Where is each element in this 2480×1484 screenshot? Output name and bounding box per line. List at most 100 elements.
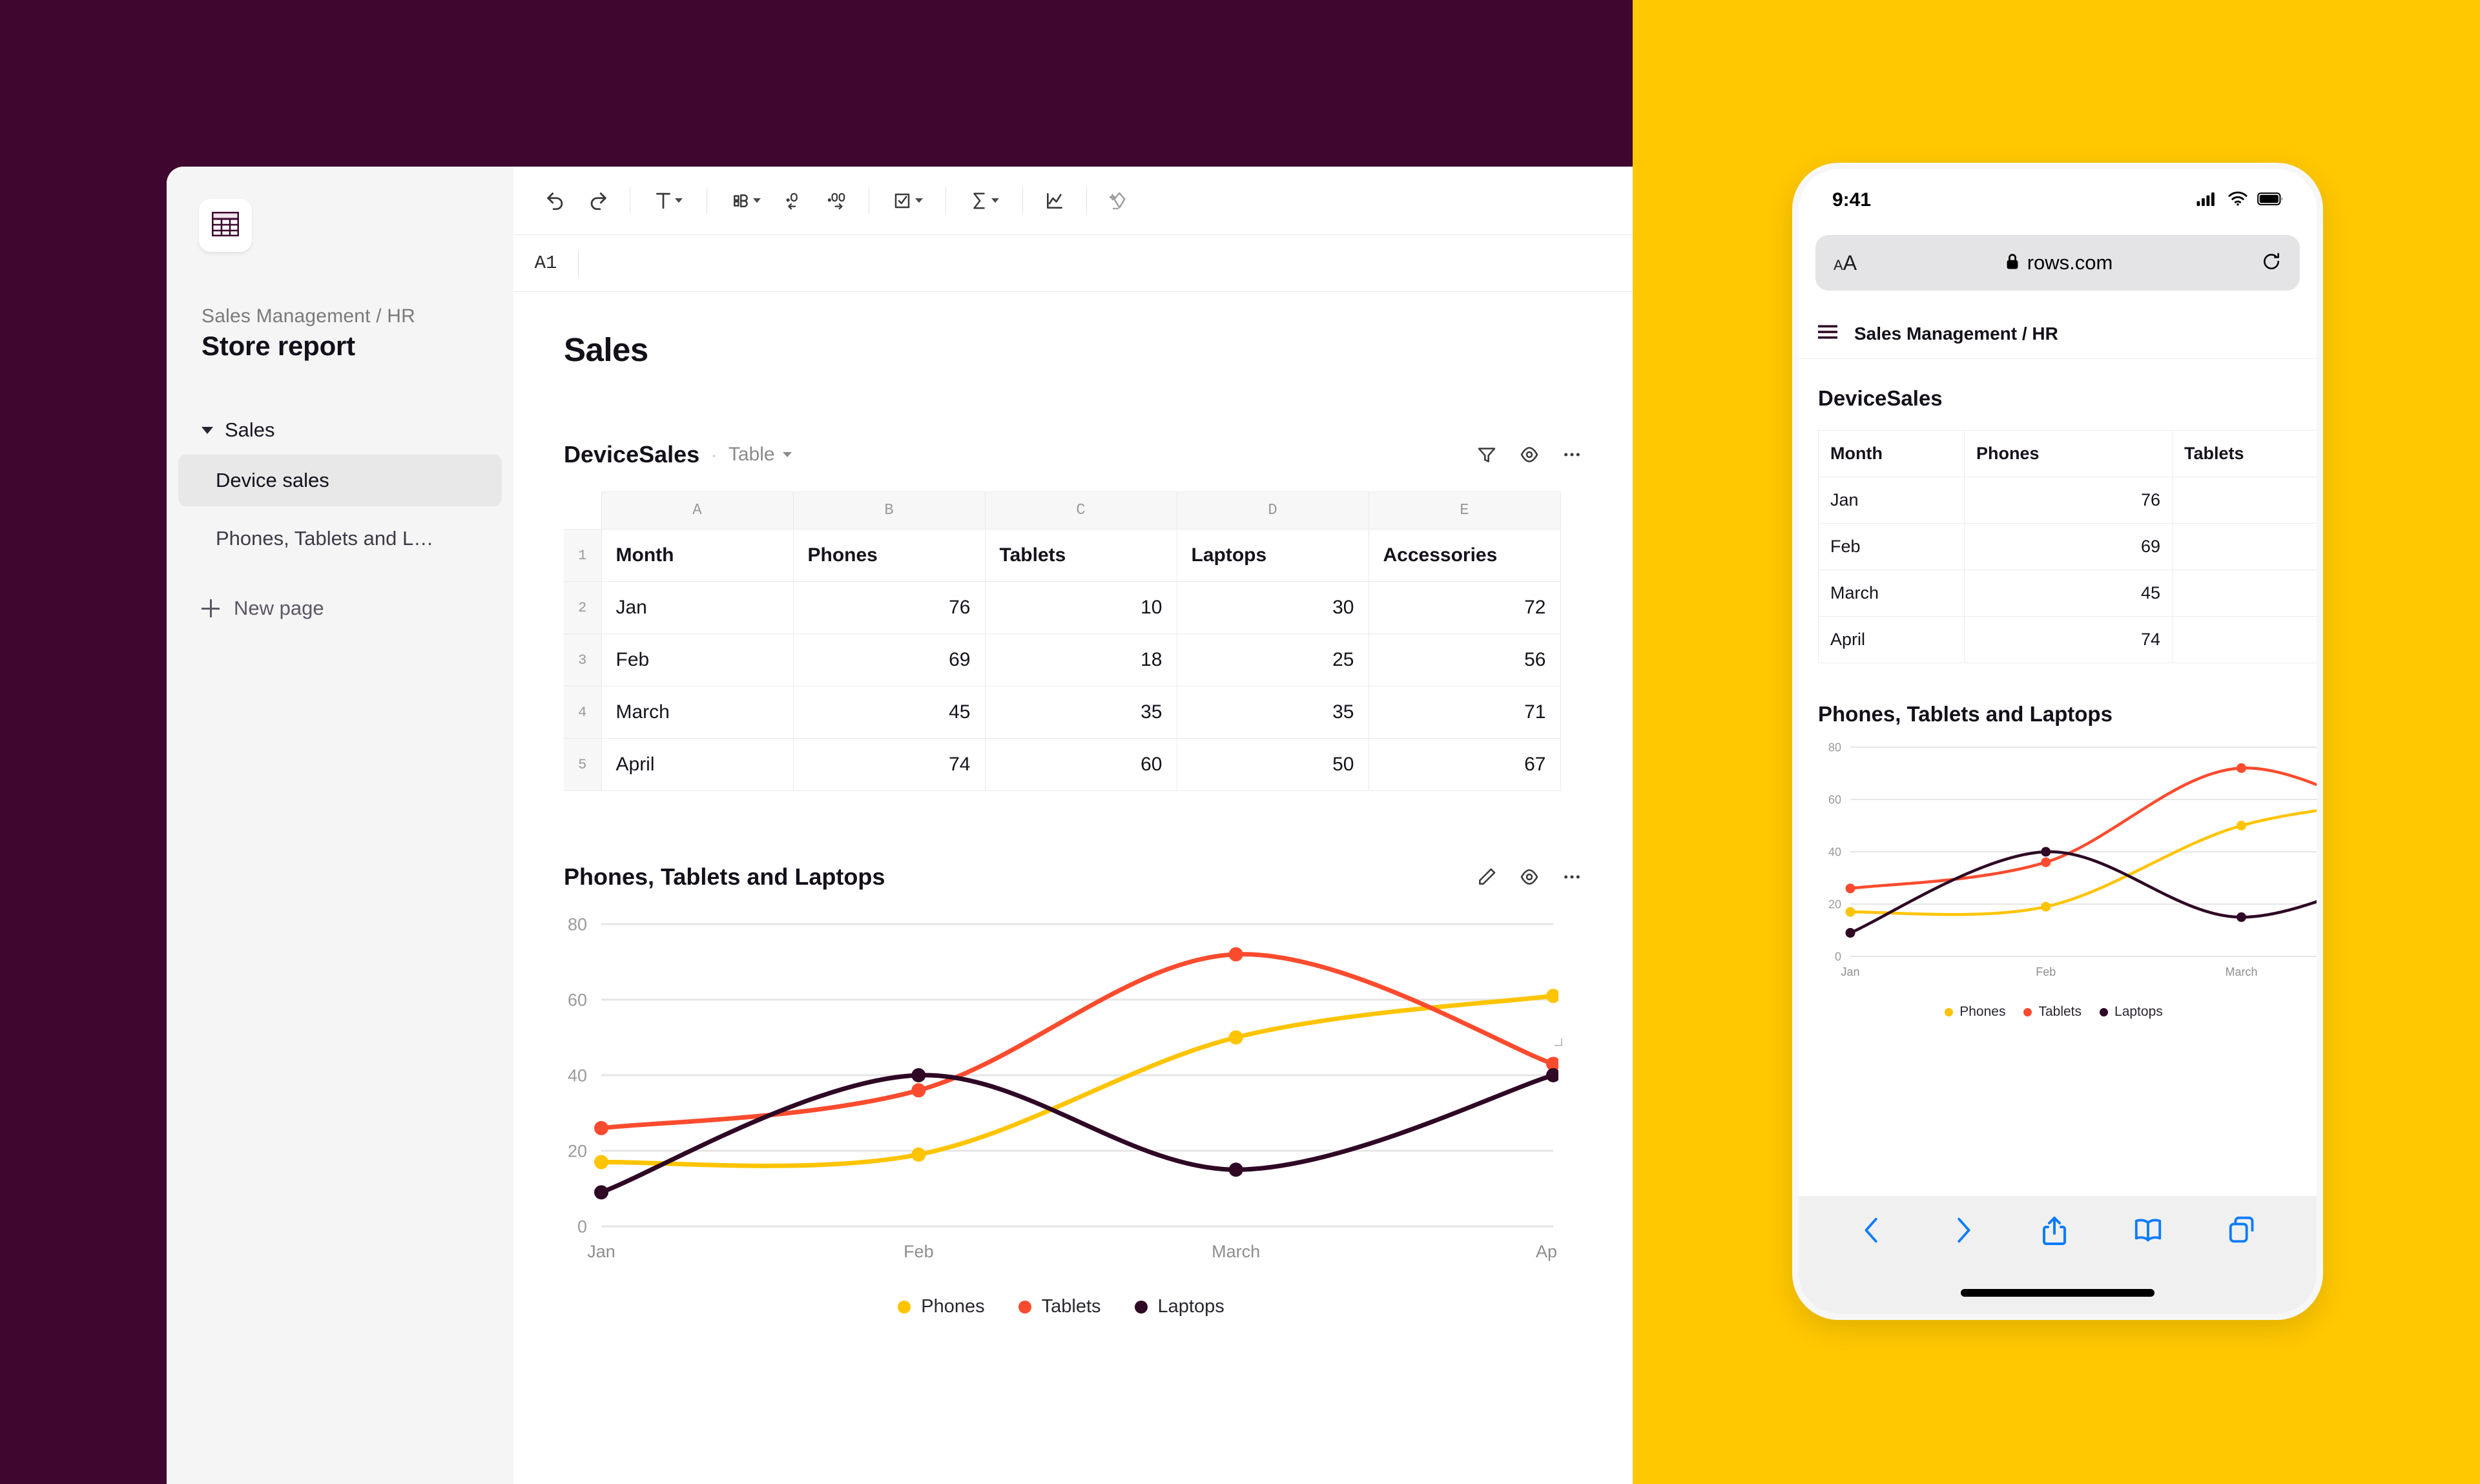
- cell-b1[interactable]: Phones: [792, 529, 986, 582]
- more-icon[interactable]: [1562, 444, 1582, 465]
- table-block-title[interactable]: DeviceSales: [564, 441, 699, 468]
- bookmarks-icon[interactable]: [2133, 1215, 2163, 1245]
- text-size-button[interactable]: AA: [1834, 251, 1857, 275]
- svg-text:Jan: Jan: [587, 1242, 615, 1261]
- table-row: 1 Month Phones Tablets Laptops Accessori…: [564, 529, 1561, 582]
- hamburger-menu-icon[interactable]: [1818, 324, 1837, 343]
- legend-color-dot: [898, 1300, 911, 1314]
- cell-reference[interactable]: A1: [513, 252, 578, 274]
- cellular-signal-icon: [2196, 189, 2218, 211]
- tree-group-sales[interactable]: Sales: [167, 412, 513, 448]
- cell-d4[interactable]: 35: [1176, 686, 1369, 739]
- row-number[interactable]: 1: [564, 529, 602, 582]
- cell-d5[interactable]: 50: [1176, 738, 1369, 791]
- row-number[interactable]: 4: [564, 686, 602, 739]
- phone-cell-tablets: 35: [2172, 570, 2317, 617]
- url-display[interactable]: rows.com: [1857, 251, 2261, 274]
- legend-item-tablets[interactable]: Tablets: [1018, 1296, 1101, 1317]
- cell-b3[interactable]: 69: [792, 634, 986, 686]
- data-validation-icon[interactable]: [881, 181, 934, 221]
- cell-d2[interactable]: 30: [1176, 581, 1369, 634]
- cell-e3[interactable]: 56: [1368, 634, 1561, 686]
- table-block-header: DeviceSales · Table: [564, 441, 1582, 468]
- cell-e2[interactable]: 72: [1368, 581, 1561, 634]
- cell-e5[interactable]: 67: [1368, 738, 1561, 791]
- svg-text:20: 20: [568, 1141, 587, 1160]
- svg-text:Jan: Jan: [1841, 965, 1859, 978]
- cell-d1[interactable]: Laptops: [1176, 529, 1369, 582]
- increase-decimal-icon[interactable]: [817, 181, 857, 221]
- phone-chart-title: Phones, Tablets and Laptops: [1818, 702, 2113, 726]
- cell-a4[interactable]: March: [601, 686, 794, 739]
- text-format-icon[interactable]: [642, 181, 695, 221]
- edit-pencil-icon[interactable]: [1476, 867, 1497, 887]
- redo-icon[interactable]: [578, 181, 618, 221]
- text-size-small-a: A: [1834, 256, 1843, 273]
- filter-icon[interactable]: [1476, 444, 1497, 465]
- new-page-button[interactable]: New page: [167, 589, 513, 628]
- column-header-d[interactable]: D: [1176, 491, 1369, 530]
- legend-item-laptops[interactable]: Laptops: [1134, 1296, 1224, 1317]
- column-header-a[interactable]: A: [601, 491, 794, 530]
- chevron-down-icon: [752, 198, 761, 203]
- cell-b2[interactable]: 76: [792, 581, 986, 634]
- line-chart[interactable]: 0 20 40 60 80 Jan Feb March April: [564, 907, 1571, 1282]
- chart-block-title[interactable]: Phones, Tablets and Laptops: [564, 863, 885, 891]
- phone-cell-month: Feb: [1818, 523, 1965, 570]
- row-number[interactable]: 2: [564, 581, 602, 634]
- cell-e1[interactable]: Accessories: [1368, 529, 1561, 582]
- table-block-type[interactable]: Table: [728, 444, 775, 466]
- more-icon[interactable]: [1562, 867, 1582, 887]
- svg-text:March: March: [1212, 1242, 1260, 1261]
- reload-icon[interactable]: [2261, 251, 2282, 275]
- chevron-down-icon[interactable]: [202, 426, 213, 434]
- sum-function-icon[interactable]: [958, 181, 1011, 221]
- svg-text:80: 80: [1828, 741, 1841, 754]
- column-header-c[interactable]: C: [984, 491, 1177, 530]
- table-row: 4 March 45 35 35 71: [564, 686, 1561, 739]
- cell-a5[interactable]: April: [601, 738, 794, 791]
- url-text: rows.com: [2027, 251, 2113, 274]
- ai-magic-icon[interactable]: [1099, 181, 1139, 221]
- cell-c5[interactable]: 60: [984, 738, 1177, 791]
- chevron-down-icon[interactable]: [782, 452, 792, 457]
- cell-c1[interactable]: Tablets: [984, 529, 1177, 582]
- cell-c4[interactable]: 35: [984, 686, 1177, 739]
- sidebar-item-device-sales[interactable]: Device sales: [178, 455, 502, 506]
- cell-a2[interactable]: Jan: [601, 581, 794, 634]
- cell-b4[interactable]: 45: [792, 686, 986, 739]
- row-number[interactable]: 3: [564, 634, 602, 686]
- formula-bar: A1: [513, 235, 1633, 292]
- eye-icon[interactable]: [1519, 444, 1540, 465]
- share-icon[interactable]: [2040, 1215, 2069, 1246]
- back-icon[interactable]: [1859, 1215, 1885, 1245]
- forward-icon[interactable]: [1950, 1215, 1976, 1245]
- row-number[interactable]: 5: [564, 738, 602, 791]
- safari-url-bar[interactable]: AA rows.com: [1815, 235, 2300, 291]
- cell-e4[interactable]: 71: [1368, 686, 1561, 739]
- column-header-e[interactable]: E: [1368, 491, 1561, 530]
- eye-icon[interactable]: [1519, 867, 1540, 887]
- decrease-decimal-icon[interactable]: [774, 181, 814, 221]
- insert-chart-icon[interactable]: [1035, 181, 1075, 221]
- legend-label: Tablets: [1041, 1296, 1101, 1317]
- editor-toolbar: [513, 167, 1633, 235]
- table-row: April 74 60: [1818, 616, 2317, 663]
- number-format-icon[interactable]: [719, 181, 772, 221]
- legend-item-phones[interactable]: Phones: [898, 1296, 985, 1317]
- cell-a3[interactable]: Feb: [601, 634, 794, 686]
- cell-a1[interactable]: Month: [601, 529, 794, 582]
- undo-icon[interactable]: [535, 181, 575, 221]
- cell-c3[interactable]: 18: [984, 634, 1177, 686]
- cell-d3[interactable]: 25: [1176, 634, 1369, 686]
- tabs-icon[interactable]: [2227, 1215, 2256, 1245]
- cell-c2[interactable]: 10: [984, 581, 1177, 634]
- sidebar: Sales Management / HR Store report Sales…: [167, 167, 513, 1484]
- phone-table: Month Phones Tablets Jan 76 10 Feb 69 18…: [1818, 430, 2317, 663]
- spreadsheet-table[interactable]: A B C D E 1 Month Phones Tablets Laptops…: [564, 491, 1561, 791]
- table-row: March 45 35: [1818, 570, 2317, 617]
- sidebar-item-phones-tablets-laptops[interactable]: Phones, Tablets and L…: [178, 513, 502, 564]
- column-header-b[interactable]: B: [792, 491, 986, 530]
- app-logo[interactable]: [199, 199, 252, 252]
- cell-b5[interactable]: 74: [792, 738, 986, 791]
